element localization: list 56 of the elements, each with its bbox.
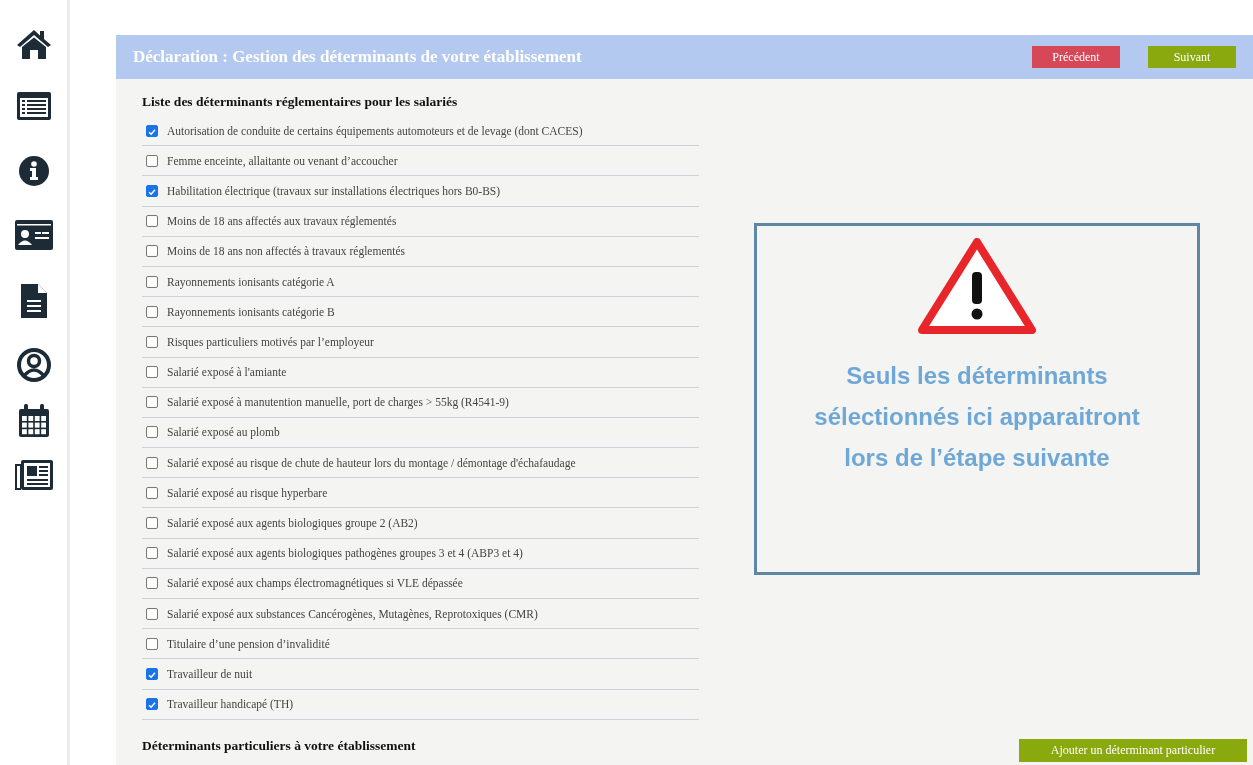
checkbox[interactable] <box>146 486 158 499</box>
checkbox[interactable] <box>146 184 158 197</box>
checkbox-label: Salarié exposé aux substances Cancérogènes, Mutagènes, Reprotoxiques (CMR) <box>167 607 538 620</box>
checkbox-label: Salarié exposé aux agents biologiques pathogènes groupes 3 et 4 (ABP3 et 4) <box>167 547 523 560</box>
checkbox[interactable] <box>146 426 158 439</box>
checkbox-label: Moins de 18 ans non affectés à travaux réglementés <box>167 245 405 258</box>
home-icon[interactable] <box>15 28 52 60</box>
checkbox-label: Risques particuliers motivés par l’employeur <box>167 335 374 348</box>
section-title: Déterminants particuliers à votre établissement <box>142 737 417 754</box>
checkbox[interactable] <box>146 517 158 530</box>
checkbox[interactable] <box>146 245 158 258</box>
checkbox-label: Titulaire d’une pension d’invalidité <box>167 637 330 650</box>
checkbox[interactable] <box>146 607 158 620</box>
checkbox-label: Salarié exposé à manutention manuelle, port de charges > 55kg (R4541-9) <box>167 396 509 409</box>
checkbox[interactable] <box>146 698 158 711</box>
id-card-icon[interactable] <box>14 220 53 250</box>
checkbox[interactable] <box>146 366 158 379</box>
checkbox[interactable] <box>146 577 158 590</box>
add-button[interactable]: Ajouter un déterminant particulier <box>1019 739 1247 762</box>
info-icon[interactable] <box>18 156 49 186</box>
checkbox-label: Travailleur handicapé (TH) <box>167 698 294 711</box>
checkbox-label: Travailleur de nuit <box>167 667 253 680</box>
newspaper-icon[interactable] <box>14 460 53 490</box>
checkbox-label: Habilitation électrique (travaux sur installations électriques hors B0-BS) <box>167 184 501 197</box>
next-button[interactable]: Suivant <box>1148 46 1236 68</box>
checkbox[interactable] <box>146 396 158 409</box>
section-title: Liste des déterminants réglementaires pour les salariés <box>142 94 459 110</box>
warning-icon <box>918 238 1036 334</box>
user-icon[interactable] <box>16 348 51 382</box>
checkbox-label: Rayonnements ionisants catégorie B <box>167 305 335 318</box>
notice-text: Seuls les déterminants sélectionnés ici apparaitront lors de l’étape suivante <box>813 361 1141 473</box>
checkbox-label: Salarié exposé au plomb <box>167 426 280 439</box>
checkbox[interactable] <box>146 275 158 288</box>
checkbox[interactable] <box>146 335 158 348</box>
checkbox-label: Salarié exposé au risque hyperbare <box>167 486 328 499</box>
checkbox-label: Salarié exposé au risque de chute de hauteur lors du montage / démontage d'échafaudage <box>167 456 576 469</box>
checkbox-label: Salarié exposé à l'amiante <box>167 366 287 379</box>
checkbox-label: Autorisation de conduite de certains équipements automoteurs et de levage (dont CACES) <box>167 124 583 137</box>
checkbox-label: Rayonnements ionisants catégorie A <box>167 275 335 288</box>
checkbox[interactable] <box>146 154 158 167</box>
checkbox[interactable] <box>146 215 158 228</box>
checkbox[interactable] <box>146 124 158 137</box>
list-icon[interactable] <box>16 92 51 120</box>
previous-button[interactable]: Précédent <box>1032 46 1120 68</box>
calendar-icon[interactable] <box>17 404 50 438</box>
checkbox-label: Salarié exposé aux agents biologiques groupe 2 (AB2) <box>167 517 418 530</box>
checkbox[interactable] <box>146 637 158 650</box>
checkbox-label: Moins de 18 ans affectés aux travaux réglementés <box>167 215 397 228</box>
page-title: Déclaration : Gestion des déterminants de votre établissement <box>133 47 582 67</box>
checkbox[interactable] <box>146 456 158 469</box>
document-icon[interactable] <box>20 284 47 318</box>
checkbox[interactable] <box>146 547 158 560</box>
checkbox[interactable] <box>146 667 158 680</box>
checkbox-label: Salarié exposé aux champs électromagnétiques si VLE dépassée <box>167 577 463 590</box>
checkbox[interactable] <box>146 305 158 318</box>
checkbox-label: Femme enceinte, allaitante ou venant d’accoucher <box>167 154 398 167</box>
